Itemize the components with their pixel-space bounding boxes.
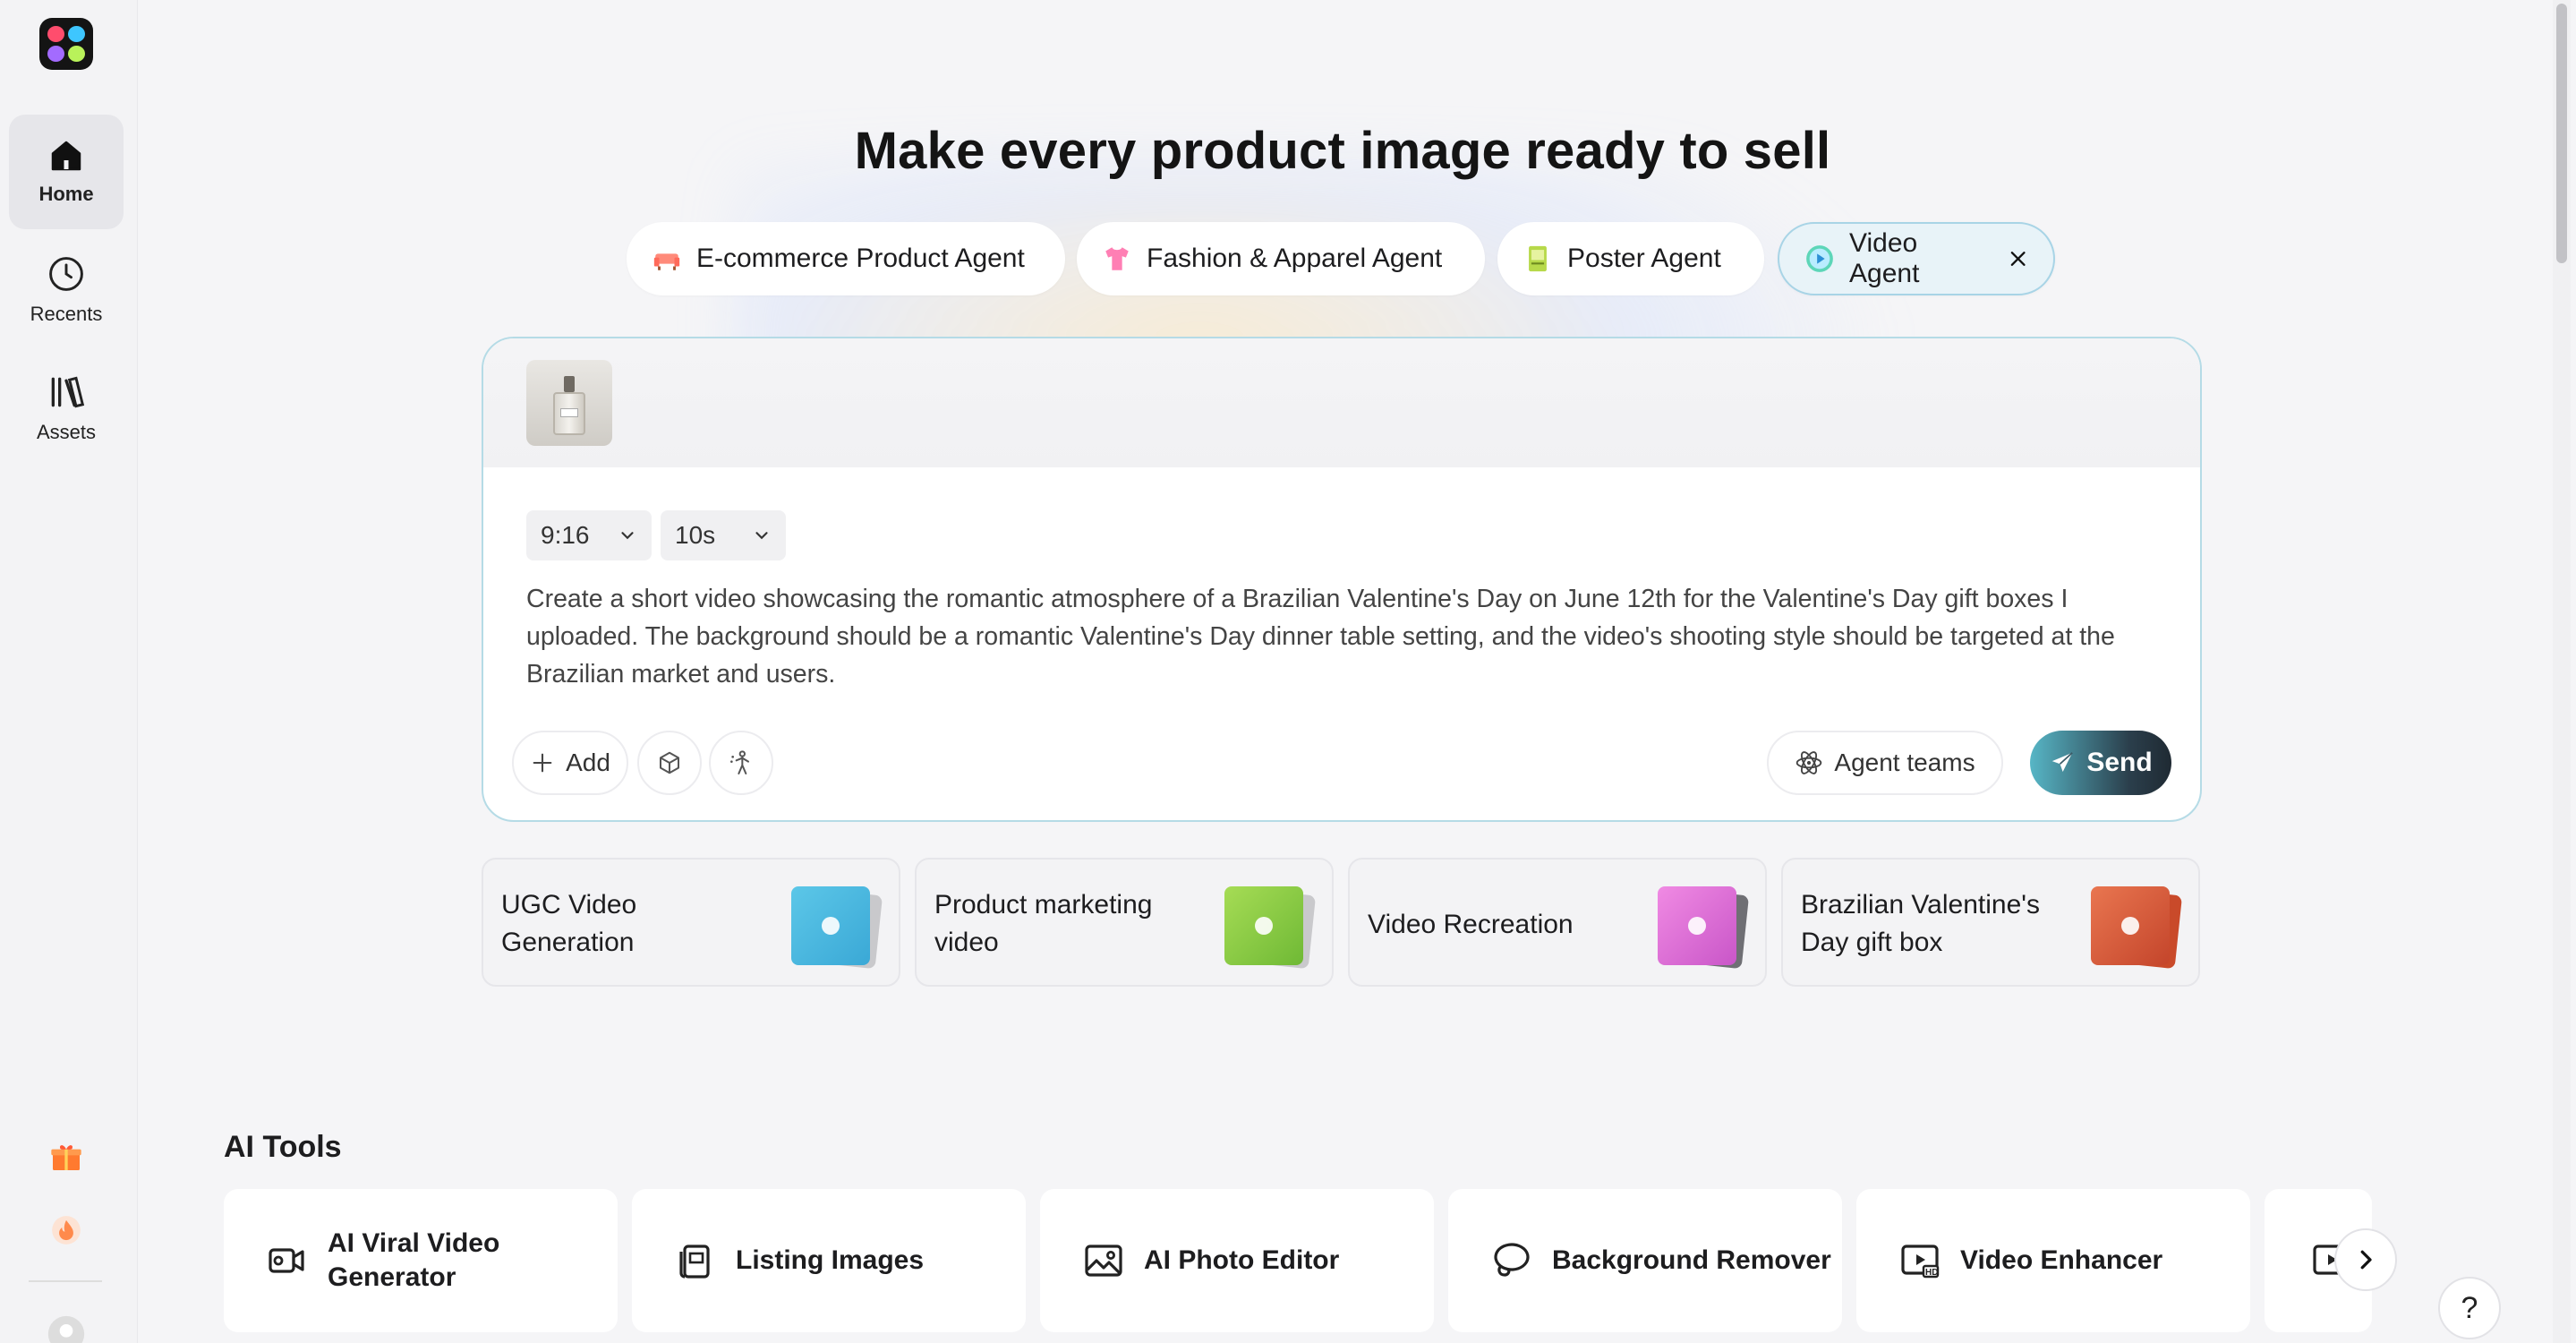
- agent-teams-button[interactable]: Agent teams: [1767, 731, 2003, 795]
- shirt-icon: [1102, 244, 1132, 274]
- lasso-icon: [1489, 1238, 1534, 1283]
- duration-select[interactable]: 10s: [661, 510, 786, 560]
- app-logo[interactable]: [39, 18, 93, 70]
- play-icon: [1804, 244, 1835, 274]
- tab-fashion-apparel-agent[interactable]: Fashion & Apparel Agent: [1077, 222, 1485, 295]
- logo-dot-purple: [47, 46, 64, 62]
- tools-next-button[interactable]: [2334, 1228, 2397, 1291]
- video-camera-icon: [265, 1238, 310, 1283]
- photo-icon: [1081, 1238, 1126, 1283]
- images-stack-icon: [673, 1238, 718, 1283]
- aspect-ratio-value: 9:16: [541, 521, 590, 549]
- template-title: UGC Video Generation: [501, 890, 637, 957]
- scrollbar-thumb[interactable]: [2556, 4, 2567, 263]
- sidebar-item-label: Home: [38, 183, 94, 205]
- attachment-area: [483, 338, 2200, 467]
- aspect-ratio-select[interactable]: 9:16: [526, 510, 652, 560]
- chevron-down-icon: [755, 532, 768, 540]
- send-label: Send: [2086, 748, 2153, 777]
- tool-label: Listing Images: [736, 1245, 925, 1275]
- product-button[interactable]: [637, 731, 702, 795]
- tab-video-agent[interactable]: Video Agent: [1778, 222, 2055, 295]
- atom-icon: [1796, 751, 1822, 774]
- logo-dot-blue: [68, 26, 85, 42]
- sidebar-divider: [29, 1280, 102, 1282]
- model-button[interactable]: [709, 731, 773, 795]
- bottle-cap: [564, 376, 575, 392]
- template-card-product-marketing[interactable]: Product marketing video: [915, 858, 1334, 987]
- tool-label: Video Enhancer: [1960, 1245, 2163, 1275]
- play-icon: [822, 917, 840, 935]
- send-button[interactable]: Send: [2030, 731, 2171, 795]
- logo-dot-green: [68, 46, 85, 62]
- template-title: Brazilian Valentine's Day gift box: [1801, 890, 2040, 957]
- plus-icon: [533, 753, 552, 773]
- page-scrollbar[interactable]: [2553, 0, 2571, 1343]
- bottle-label: [560, 408, 578, 417]
- cube-icon: [660, 751, 679, 774]
- person-pose-icon: [730, 750, 749, 774]
- sidebar-item-label: Assets: [36, 421, 97, 443]
- logo-dot-red: [47, 26, 64, 42]
- template-thumbnail: [1224, 886, 1317, 970]
- tool-ai-viral-video-generator[interactable]: AI Viral Video Generator: [224, 1189, 618, 1332]
- add-button-label: Add: [566, 748, 610, 776]
- template-card-brazilian-valentines[interactable]: Brazilian Valentine's Day gift box: [1781, 858, 2200, 987]
- paper-plane-icon: [2052, 752, 2074, 772]
- page-title: Make every product image ready to sell: [854, 122, 1831, 180]
- play-icon: [1255, 917, 1273, 935]
- tool-background-remover[interactable]: Background Remover: [1448, 1189, 1842, 1332]
- prompt-composer: 9:16 10s Create a short video showcasing…: [482, 337, 2202, 822]
- template-card-video-recreation[interactable]: Video Recreation: [1348, 858, 1767, 987]
- library-icon: [51, 376, 85, 408]
- duration-value: 10s: [675, 521, 716, 549]
- sidebar-item-recents[interactable]: Recents: [9, 233, 124, 347]
- template-thumbnail: [791, 886, 883, 970]
- svg-text:HD: HD: [1925, 1268, 1938, 1278]
- play-icon: [1688, 917, 1706, 935]
- tool-video-enhancer[interactable]: HD Video Enhancer: [1856, 1189, 2250, 1332]
- tab-poster-agent[interactable]: Poster Agent: [1497, 222, 1764, 295]
- ai-tools-heading: AI Tools: [224, 1130, 342, 1164]
- chevron-right-icon: [2360, 1250, 2372, 1270]
- agent-tab-label: Poster Agent: [1567, 244, 1721, 273]
- add-button[interactable]: Add: [512, 731, 628, 795]
- attachment-thumbnail[interactable]: [526, 360, 612, 446]
- sidebar-item-assets[interactable]: Assets: [9, 351, 124, 466]
- agent-tab-label: Video Agent: [1849, 228, 1920, 288]
- template-card-ugc-video[interactable]: UGC Video Generation: [482, 858, 900, 987]
- tool-label: Background Remover: [1552, 1245, 1831, 1275]
- tool-label: AI Photo Editor: [1144, 1245, 1340, 1275]
- sidebar-item-label: Recents: [30, 303, 103, 325]
- flame-icon[interactable]: [47, 1210, 86, 1250]
- agent-tab-label: Fashion & Apparel Agent: [1147, 244, 1443, 273]
- template-title: Video Recreation: [1368, 910, 1574, 939]
- template-thumbnail: [1658, 886, 1750, 970]
- prompt-input[interactable]: Create a short video showcasing the roma…: [526, 580, 2155, 693]
- tool-ai-photo-editor[interactable]: AI Photo Editor: [1040, 1189, 1434, 1332]
- avatar[interactable]: [47, 1314, 86, 1343]
- template-title: Product marketing video: [934, 890, 1153, 957]
- close-icon[interactable]: [2008, 248, 2028, 269]
- tool-label: AI Viral Video Generator: [328, 1228, 500, 1292]
- hd-video-icon: HD: [1898, 1238, 1942, 1283]
- play-icon: [2121, 917, 2139, 935]
- gift-icon[interactable]: [47, 1137, 86, 1176]
- agent-tab-label: E-commerce Product Agent: [696, 244, 1025, 273]
- poster-icon: [1523, 244, 1553, 274]
- agent-teams-label: Agent teams: [1834, 748, 1975, 776]
- help-button[interactable]: ?: [2438, 1277, 2501, 1339]
- clock-icon: [49, 257, 83, 291]
- sidebar: Home Recents Assets: [0, 0, 138, 1343]
- tool-listing-images[interactable]: Listing Images: [632, 1189, 1026, 1332]
- tab-ecommerce-product-agent[interactable]: E-commerce Product Agent: [627, 222, 1065, 295]
- sofa-icon: [652, 244, 682, 274]
- template-thumbnail: [2091, 886, 2183, 970]
- chevron-down-icon: [621, 532, 634, 540]
